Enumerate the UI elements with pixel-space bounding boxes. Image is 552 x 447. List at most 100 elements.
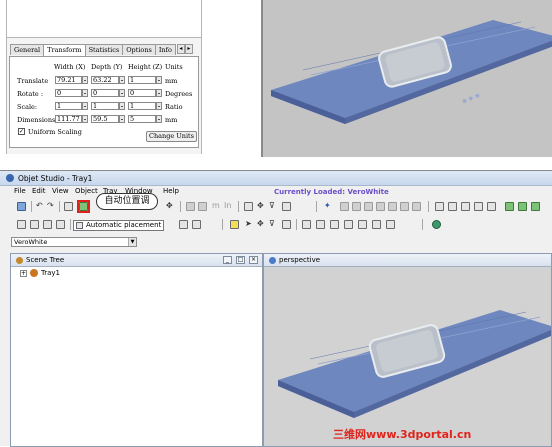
copy-object-icon[interactable] xyxy=(17,220,26,229)
rotate-x-spinner[interactable] xyxy=(82,89,88,97)
scale-x-field[interactable]: 1 xyxy=(55,102,82,110)
scale-z-spinner[interactable] xyxy=(156,102,162,110)
zoom-fit-icon[interactable] xyxy=(244,202,253,211)
grid-icon[interactable] xyxy=(302,220,311,229)
measure-icon[interactable] xyxy=(282,202,291,211)
view-iso-icon[interactable] xyxy=(412,202,421,211)
edges-icon[interactable] xyxy=(358,220,367,229)
select-arrow-icon[interactable]: ✦ xyxy=(324,201,331,210)
color-icon[interactable] xyxy=(386,220,395,229)
cube-view-6-icon[interactable] xyxy=(505,202,514,211)
expand-icon[interactable]: + xyxy=(20,270,27,277)
translate-y-field[interactable]: 63.22 xyxy=(91,76,119,84)
view-top-icon[interactable] xyxy=(388,202,397,211)
view-bottom-icon[interactable] xyxy=(400,202,409,211)
cube-view-3-icon[interactable] xyxy=(461,202,470,211)
group-icon[interactable] xyxy=(43,220,52,229)
uniform-scaling-label: Uniform Scaling xyxy=(28,128,82,136)
change-units-button[interactable]: Change Units xyxy=(146,131,197,142)
filter-icon[interactable]: ⊽ xyxy=(269,201,275,210)
filter-2-icon[interactable]: ⊽ xyxy=(269,219,275,228)
tree-item-tray1[interactable]: Tray1 xyxy=(41,269,60,277)
maximize-button[interactable]: □ xyxy=(236,256,245,264)
shade-icon[interactable] xyxy=(330,220,339,229)
scale-z-field[interactable]: 1 xyxy=(128,102,156,110)
material-dropdown-value: VeroWhite xyxy=(14,238,48,246)
cube-view-2-icon[interactable] xyxy=(448,202,457,211)
tab-info[interactable]: Info xyxy=(154,44,176,55)
cube-view-7-icon[interactable] xyxy=(518,202,527,211)
tab-options[interactable]: Options xyxy=(122,44,156,55)
rotate-y-spinner[interactable] xyxy=(119,89,125,97)
pointer-icon[interactable]: ➤ xyxy=(245,219,252,228)
menu-help[interactable]: Help xyxy=(163,187,179,195)
translate-x-spinner[interactable] xyxy=(82,76,88,84)
menu-file[interactable]: File xyxy=(14,187,26,195)
align-icon[interactable] xyxy=(179,220,188,229)
menu-edit[interactable]: Edit xyxy=(32,187,46,195)
rotate-view-icon[interactable]: ✥ xyxy=(257,201,264,210)
view-left-icon[interactable] xyxy=(364,202,373,211)
pan-icon[interactable]: ✥ xyxy=(257,219,264,228)
view-back-icon[interactable] xyxy=(352,202,361,211)
transparency-icon[interactable] xyxy=(372,220,381,229)
dimensions-y-spinner[interactable] xyxy=(119,115,125,123)
rotate-y-field[interactable]: 0 xyxy=(91,89,119,97)
dimensions-x-spinner[interactable] xyxy=(82,115,88,123)
header-units: Units xyxy=(165,63,183,71)
tab-statistics[interactable]: Statistics xyxy=(84,44,124,55)
cube-view-1-icon[interactable] xyxy=(435,202,444,211)
rotate-x-field[interactable]: 0 xyxy=(55,89,82,97)
redo-icon[interactable]: ↷ xyxy=(47,201,54,210)
table-view-icon[interactable] xyxy=(316,220,325,229)
translate-x-field[interactable]: 79.21 xyxy=(55,76,82,84)
light-bulb-icon[interactable] xyxy=(230,220,239,229)
print-icon[interactable] xyxy=(64,202,73,211)
tray-3d-model-top: ✱ ✱ ✱ xyxy=(271,20,552,124)
distribute-icon[interactable] xyxy=(192,220,201,229)
scale-x-spinner[interactable] xyxy=(82,102,88,110)
cube-view-4-icon[interactable] xyxy=(474,202,483,211)
translate-z-field[interactable]: 1 xyxy=(128,76,156,84)
cube-view-5-icon[interactable] xyxy=(487,202,496,211)
tab-scroll-right-icon[interactable]: ▸ xyxy=(184,44,193,54)
section-icon[interactable] xyxy=(282,220,291,229)
cube-view-8-icon[interactable] xyxy=(531,202,540,211)
dimensions-x-field[interactable]: 111.77 xyxy=(55,115,82,123)
toolbar-inch-text[interactable]: In xyxy=(224,201,231,210)
dimensions-z-spinner[interactable] xyxy=(156,115,162,123)
uniform-scaling-checkbox[interactable]: ✓ xyxy=(18,128,25,135)
dimensions-y-field[interactable]: 59.5 xyxy=(91,115,119,123)
rotate-z-spinner[interactable] xyxy=(156,89,162,97)
minimize-button[interactable]: _ xyxy=(223,256,232,264)
undo-icon[interactable]: ↶ xyxy=(36,201,43,210)
viewport-top[interactable]: ✱ ✱ ✱ xyxy=(261,0,552,157)
paste-object-icon[interactable] xyxy=(30,220,39,229)
dimensions-z-field[interactable]: 5 xyxy=(128,115,156,123)
menu-view[interactable]: View xyxy=(52,187,69,195)
translate-unit: mm xyxy=(165,77,178,85)
toolbar-disabled-icon[interactable] xyxy=(186,202,195,211)
close-button[interactable]: × xyxy=(249,256,258,264)
translate-y-spinner[interactable] xyxy=(119,76,125,84)
chevron-down-icon[interactable]: ▼ xyxy=(128,238,136,246)
menu-object[interactable]: Object xyxy=(75,187,98,195)
translate-z-spinner[interactable] xyxy=(156,76,162,84)
rotate-z-field[interactable]: 0 xyxy=(128,89,156,97)
scale-y-field[interactable]: 1 xyxy=(91,102,119,110)
eye-view-icon[interactable] xyxy=(432,220,441,229)
toolbar-disabled-icon[interactable] xyxy=(198,202,207,211)
tab-general[interactable]: General xyxy=(10,44,45,55)
tab-transform[interactable]: Transform xyxy=(43,44,86,56)
move-icon[interactable]: ✥ xyxy=(166,201,173,210)
scale-y-spinner[interactable] xyxy=(119,102,125,110)
ungroup-icon[interactable] xyxy=(56,220,65,229)
perspective-viewport[interactable]: perspective xyxy=(263,253,552,447)
tray-settings-icon[interactable] xyxy=(17,202,26,211)
view-right-icon[interactable] xyxy=(376,202,385,211)
material-dropdown[interactable]: VeroWhite ▼ xyxy=(11,237,137,247)
toolbar-meter-text[interactable]: m xyxy=(212,201,220,210)
wireframe-icon[interactable] xyxy=(344,220,353,229)
tab-scroll-left-icon[interactable]: ◂ xyxy=(176,44,185,54)
view-front-icon[interactable] xyxy=(340,202,349,211)
